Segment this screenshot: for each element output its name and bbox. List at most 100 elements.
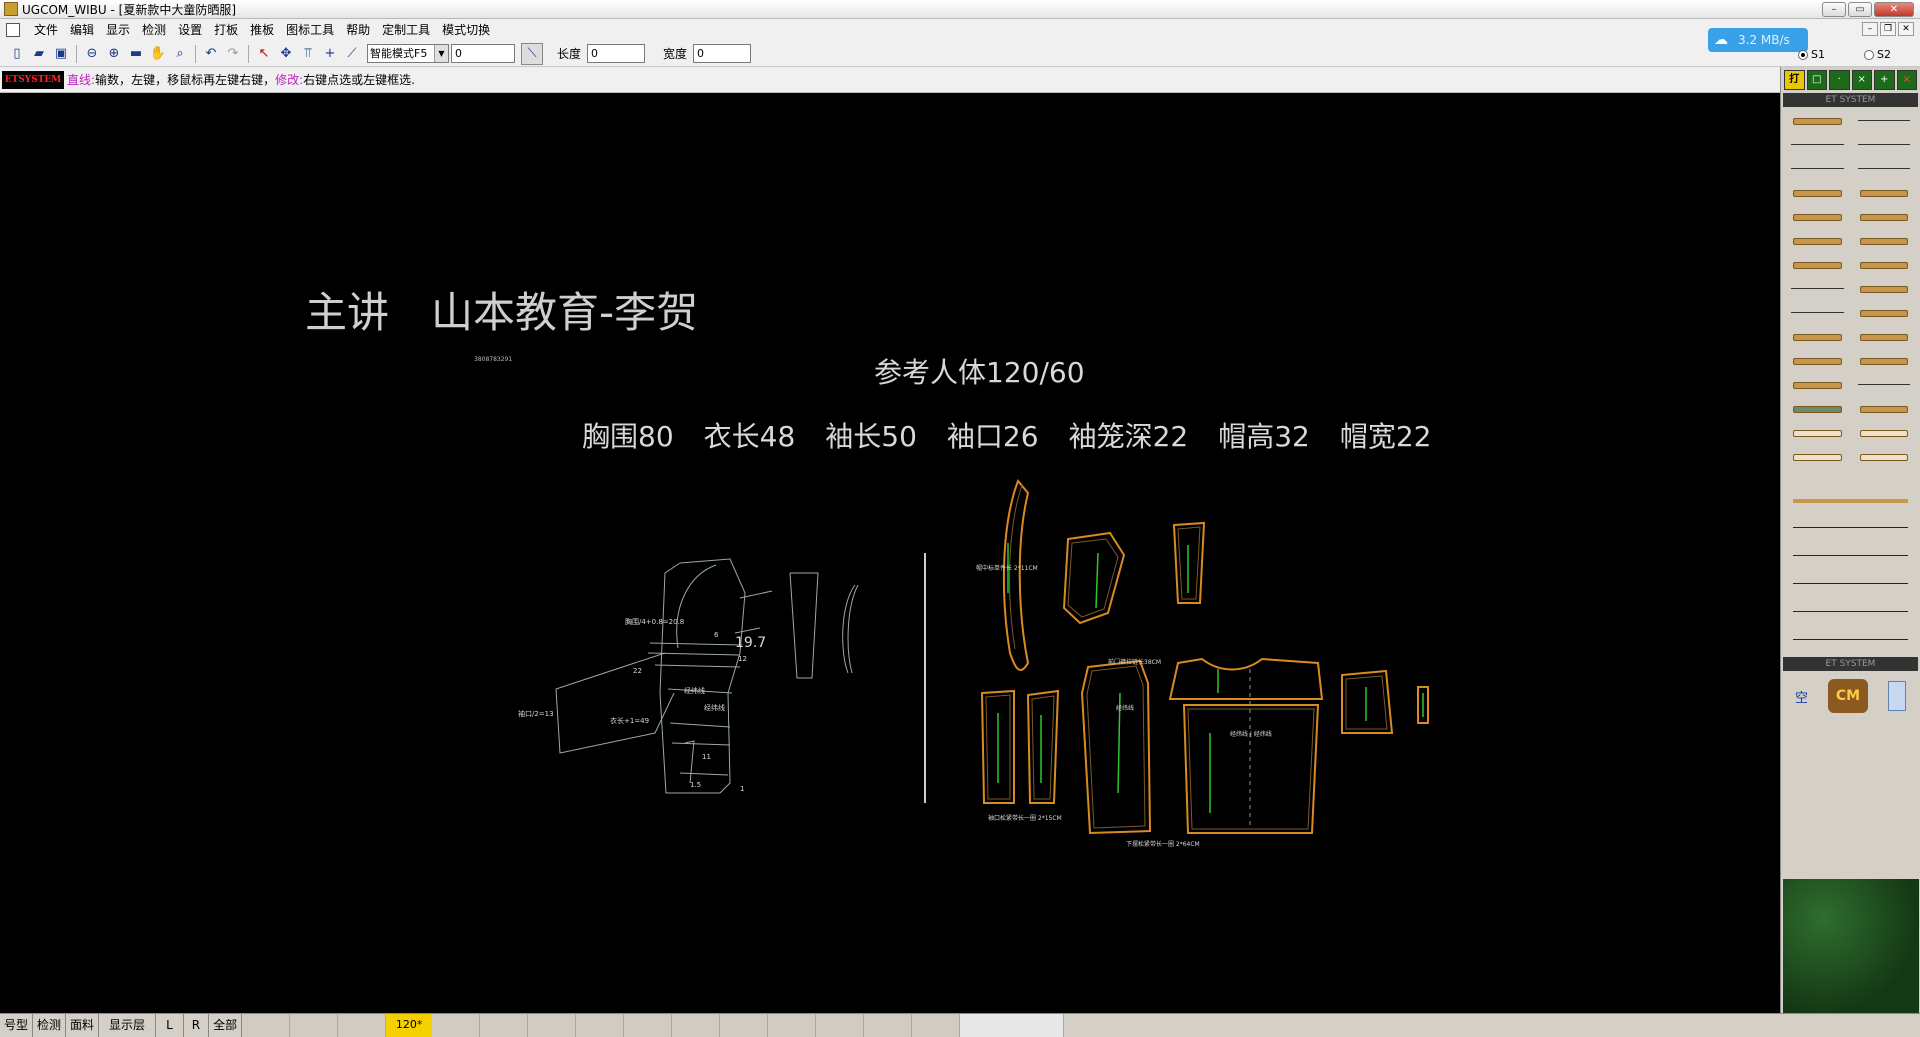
mode-value-input[interactable]: 0 [451,44,515,63]
zoom-out-icon[interactable]: ⊖ [81,43,103,65]
document-icon[interactable] [6,23,20,37]
delete-piece-icon[interactable] [1787,375,1848,395]
rectangle-mode-button[interactable]: □ [1806,70,1827,90]
menu-custom-tools[interactable]: 定制工具 [376,19,436,41]
point-tool-icon[interactable] [1787,183,1848,203]
mark-tool-icon[interactable] [1854,183,1915,203]
compass-tool-icon[interactable] [1787,159,1848,179]
length-input[interactable]: 0 [587,44,646,63]
menu-settings[interactable]: 设置 [172,19,208,41]
notch-tool-icon[interactable] [1787,351,1848,371]
pattern-drawing [555,479,1429,835]
tool-panel: 打 □ · × + × ET SYSTEM ET SYSTEM 空 CM [1780,67,1920,1013]
move-piece-icon[interactable] [1854,327,1915,347]
pan-hand-icon[interactable]: ✋ [147,43,169,65]
calculator-icon[interactable] [1887,681,1906,711]
scissors-icon[interactable] [1787,279,1848,299]
snap-icon[interactable]: ⟋ [341,43,363,65]
crosshair-icon[interactable]: + [319,43,341,65]
arc-measure-icon[interactable] [1789,625,1912,653]
drill-hole-icon[interactable] [1854,375,1915,395]
menu-check[interactable]: 检测 [136,19,172,41]
drawing-canvas[interactable]: 主讲 山本教育-李贺 3808783291 参考人体120/60 胸围80 衣长… [0,93,1780,1013]
pencil-tool-icon[interactable] [1787,111,1848,131]
add-mode-button[interactable]: + [1874,70,1895,90]
seam-measure-icon[interactable] [1789,597,1912,625]
save-icon[interactable]: ▣ [50,43,72,65]
menu-edit[interactable]: 编辑 [64,19,100,41]
status-left[interactable]: L [156,1014,184,1037]
menu-bar: 文件 编辑 显示 检测 设置 打板 推板 图标工具 帮助 定制工具 模式切换 –… [0,19,1920,41]
menu-icon-tools[interactable]: 图标工具 [280,19,340,41]
chevron-down-icon[interactable]: ▼ [434,45,448,62]
draft-label-sleeve: 衣长+1=49 [610,717,650,725]
split-tool-icon[interactable] [1787,231,1848,251]
delete-mode-button[interactable]: × [1896,70,1917,90]
rotate-piece-icon[interactable] [1787,327,1848,347]
ruler-tool-icon[interactable] [1789,485,1912,513]
piece-outline-icon[interactable] [1787,423,1848,443]
needle-tool-icon[interactable] [1787,303,1848,323]
line-tool-icon[interactable]: ⟍ [521,42,543,65]
move-icon[interactable]: ✥ [275,43,297,65]
point-mode-button[interactable]: · [1829,70,1850,90]
status-check[interactable]: 检测 [33,1014,67,1037]
status-right[interactable]: R [184,1014,210,1037]
fit-screen-icon[interactable]: ▬ [125,43,147,65]
radio-s1[interactable]: S1 [1798,48,1825,61]
redo-icon[interactable]: ↷ [222,43,244,65]
blank-tool[interactable]: 空 [1795,687,1808,706]
zoom-in-icon[interactable]: ⊕ [103,43,125,65]
menu-pattern[interactable]: 打板 [208,19,244,41]
dart-tool-icon[interactable] [1787,207,1848,227]
piece-add-icon[interactable] [1787,447,1848,467]
cross-mode-button[interactable]: × [1851,70,1872,90]
diamond-tool-icon[interactable] [1854,207,1915,227]
fold-tool-icon[interactable] [1787,255,1848,275]
status-size[interactable]: 号型 [0,1014,34,1037]
angle-tool-icon[interactable] [1854,135,1915,155]
menu-file[interactable]: 文件 [28,19,64,41]
radio-s2[interactable]: S2 [1864,48,1891,61]
menu-grading[interactable]: 推板 [244,19,280,41]
sewing-machine-icon[interactable] [1854,255,1915,275]
text-tool-icon[interactable] [1787,399,1848,419]
cm-unit-button[interactable]: CM [1827,679,1868,713]
menu-mode-switch[interactable]: 模式切换 [436,19,496,41]
open-folder-icon[interactable]: ▰ [28,43,50,65]
zoom-window-icon[interactable]: ⌕ [169,43,191,65]
menu-display[interactable]: 显示 [100,19,136,41]
piece-remove-icon[interactable] [1854,447,1915,467]
undo-icon[interactable]: ↶ [200,43,222,65]
mdi-restore-button[interactable]: ❐ [1880,22,1896,36]
label-tool-icon[interactable] [1854,399,1915,419]
select-delete-icon[interactable]: ↖ [253,43,275,65]
line-tool-icon[interactable] [1787,135,1848,155]
pattern-mode-button[interactable]: 打 [1784,70,1805,90]
piece-arrow-icon[interactable] [1854,423,1915,443]
width-input[interactable]: 0 [693,44,752,63]
layer-tool-icon[interactable] [1854,231,1915,251]
body-reference: 参考人体120/60 [874,356,1085,389]
arc-tool-icon[interactable] [1854,351,1915,371]
tape-measure-icon[interactable] [1789,569,1912,597]
lecturer-title: 主讲 山本教育-李贺 [305,288,699,337]
menu-help[interactable]: 帮助 [340,19,376,41]
mdi-minimize-button[interactable]: – [1862,22,1878,36]
divider-tool-icon[interactable] [1854,159,1915,179]
status-all[interactable]: 全部 [209,1014,243,1037]
distance-measure-icon[interactable] [1789,541,1912,569]
minimize-button[interactable]: – [1822,2,1846,17]
align-icon[interactable]: ⫪ [297,43,319,65]
status-fabric[interactable]: 面料 [66,1014,100,1037]
new-file-icon[interactable]: ▯ [6,43,28,65]
close-button[interactable]: ✕ [1874,2,1914,17]
status-display-layer[interactable]: 显示层 [99,1014,157,1037]
arrow-line-tool-icon[interactable] [1854,111,1915,131]
maximize-button[interactable]: ▭ [1848,2,1872,17]
curve-piece-icon[interactable] [1854,303,1915,323]
mode-select[interactable]: 智能模式F5 ▼ [367,44,449,63]
mdi-close-button[interactable]: ✕ [1898,22,1914,36]
pleat-tool-icon[interactable] [1854,279,1915,299]
curve-measure-icon[interactable] [1789,513,1912,541]
